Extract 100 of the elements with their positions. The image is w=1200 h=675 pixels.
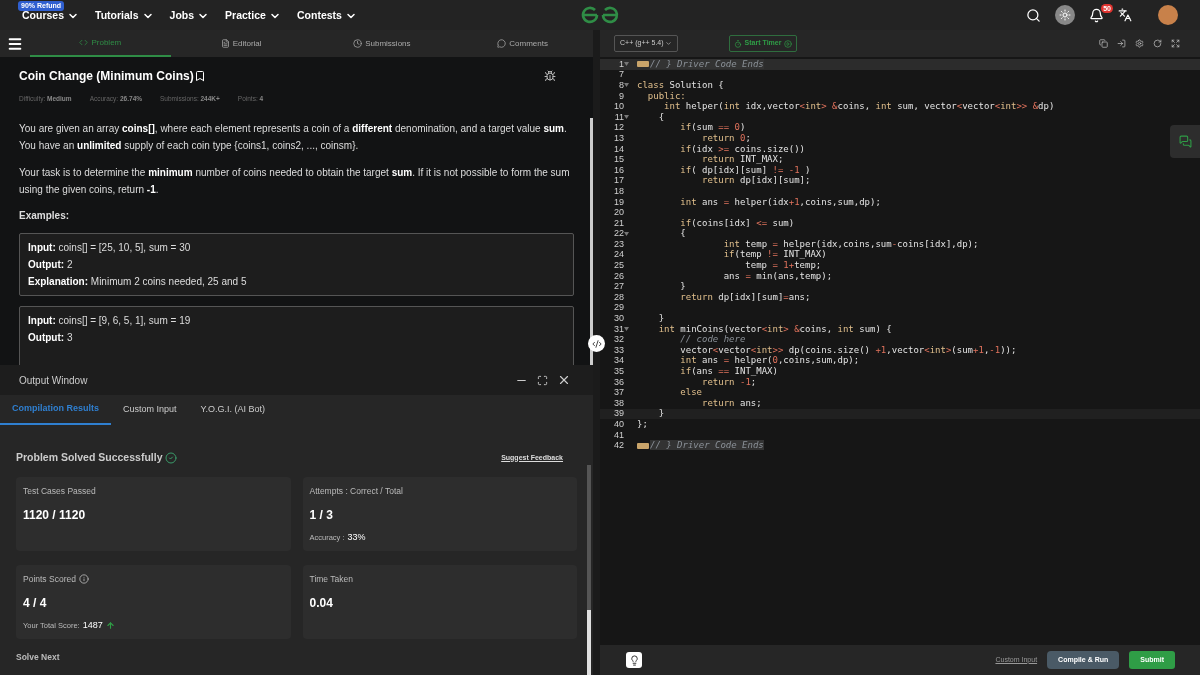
code-line: if(sum == 0) [679,123,746,133]
play-icon [784,39,793,48]
code-line: public: [646,91,686,101]
code-line: return ans; [701,398,762,408]
code-line: if(coins[idx] <= sum) [679,218,795,228]
stat-label: Points Scored [23,572,76,586]
logo-icon[interactable] [580,6,620,24]
problem-tab[interactable]: Submissions [311,30,453,57]
settings-icon[interactable] [1135,39,1144,48]
line-number: 11 [614,112,624,122]
expand-icon[interactable] [537,374,548,386]
code-line: // } Driver Code Ends [637,59,764,69]
caret-icon [664,40,672,47]
fold-arrow-icon[interactable] [624,231,629,236]
nav-menu[interactable]: Tutorials [95,8,154,24]
import-icon[interactable] [1117,39,1126,48]
code-line: int ans = helper(0,coins,sum,dp); [679,356,860,366]
reset-icon[interactable] [1153,39,1162,48]
code-line: if(temp != INT_MAX) [722,250,827,260]
theme-toggle[interactable] [1055,5,1075,25]
code-line: vector<vector<int>> dp(coins.size() +1,vector<int>(sum+1,-1)); [679,345,1017,355]
line-number: 23 [614,239,624,249]
line-number: 32 [614,335,624,345]
line-number: 19 [614,197,624,207]
code-line: { [657,112,665,122]
output-tab[interactable]: Compilation Results [0,395,111,425]
code-line: return dp[idx][sum]; [701,176,811,186]
line-number: 21 [614,218,624,228]
nav-menu[interactable]: Jobs [169,8,210,24]
stat-label: Test Cases Passed [23,484,96,498]
document-icon [220,39,230,48]
line-number: 16 [614,165,624,175]
line-number: 36 [614,377,624,387]
line-number: 14 [614,144,624,154]
code-line: if(idx >= coins.size()) [679,144,805,154]
line-number: 31 [614,324,624,334]
chat-icon [1178,135,1192,148]
timer-icon [733,39,742,48]
line-number: 10 [614,102,624,112]
hint-button[interactable] [626,652,642,668]
notification-icon[interactable] [1089,7,1104,23]
code-line: // code here [679,335,746,345]
fold-arrow-icon[interactable] [624,83,629,88]
nav-menu[interactable]: Contests [296,8,357,24]
line-number: 13 [614,133,624,143]
up-arrow-icon [105,620,115,630]
line-number: 17 [614,176,624,186]
problem-tab[interactable]: Problem [30,30,171,57]
check-icon [165,451,178,464]
code-line: int minCoins(vector<int> &coins, int sum) { [657,324,892,334]
line-number: 40 [614,420,624,429]
fold-arrow-icon[interactable] [624,327,629,332]
line-number: 8 [619,81,624,90]
output-tab[interactable]: Y.O.G.I. (AI Bot) [188,395,277,425]
close-icon[interactable] [557,373,571,387]
fold-arrow-icon[interactable] [624,62,629,67]
line-number: 42 [614,441,624,451]
menu-icon[interactable] [7,35,23,52]
bug-icon[interactable] [544,70,556,82]
stat-label: Time Taken [309,572,353,586]
problem-tab[interactable]: Editorial [170,30,312,57]
line-number: 24 [614,250,624,260]
line-number: 1 [619,59,624,69]
fullscreen-icon[interactable] [1171,39,1180,48]
avatar[interactable] [1158,5,1178,25]
line-number: 20 [614,208,624,218]
output-tab[interactable]: Custom Input [111,395,189,425]
code-line: // } Driver Code Ends [637,441,764,451]
nav-menu[interactable]: Courses [22,8,79,24]
line-number: 34 [614,356,624,366]
fold-arrow-icon[interactable] [624,115,629,120]
line-number: 9 [619,91,624,101]
code-icon [79,38,89,47]
search-icon[interactable] [1026,7,1041,23]
code-icon [591,338,602,349]
comment-icon [497,39,507,48]
clock-icon [353,39,363,48]
problem-title: Coin Change (Minimum Coins) [19,68,194,85]
line-number: 27 [614,282,624,292]
line-number: 41 [614,430,624,440]
code-line: temp = 1+temp; [744,261,822,271]
copy-icon[interactable] [1099,39,1108,48]
bookmark-icon[interactable] [193,70,206,82]
chat-button[interactable] [1170,125,1200,158]
problem-description: Your task is to determine the minimum number of coins needed to obtain the target sum. If it is not possible to form the sum using the given coins, return -1. [19,165,571,197]
problem-description: You are given an array coins[], where each element represents a coin of a different denomination, and a target value sum. You have an unlimited supply of each coin type {coins1, coins2, ..., coinsm}. [19,121,568,153]
line-number: 29 [614,303,624,313]
stat-value: 4 / 4 [23,594,48,612]
code-line: } [679,282,686,292]
nav-menu[interactable]: Practice [225,8,281,24]
code-line: } [657,314,665,324]
line-number: 22 [614,229,624,239]
problem-tab[interactable]: Comments [452,30,593,57]
translate-icon[interactable] [1118,8,1132,22]
line-number: 7 [619,70,624,80]
status-message: Problem Solved Successfully [16,450,163,465]
info-icon[interactable] [78,574,89,585]
line-number: 39 [614,409,624,419]
code-line: { [679,229,686,239]
line-number: 18 [614,186,624,196]
